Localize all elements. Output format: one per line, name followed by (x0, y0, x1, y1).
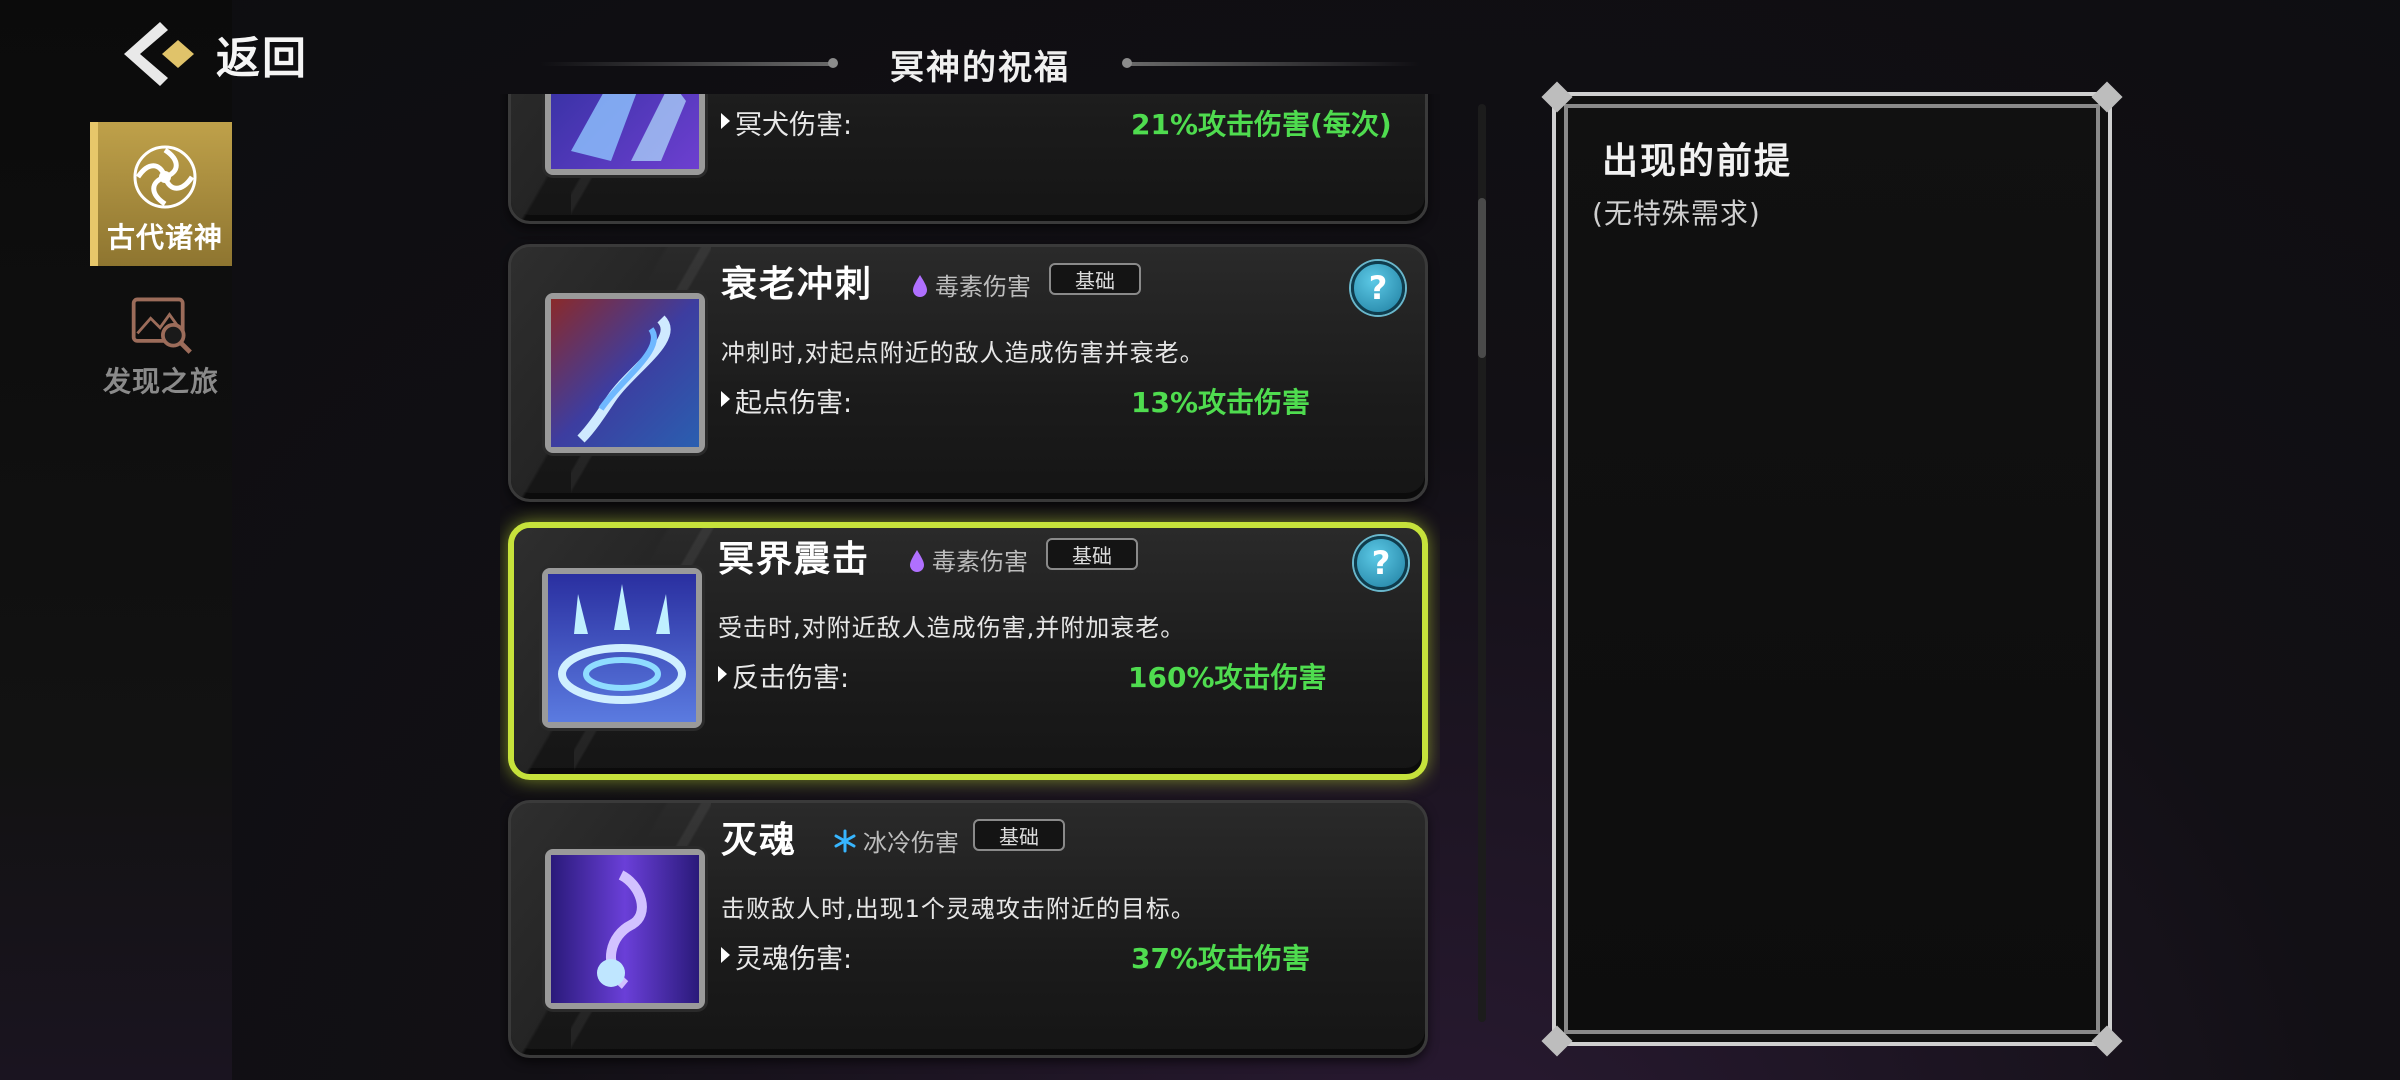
stat-label: 起点伤害: (720, 381, 852, 420)
skill-name: 灭魂 (721, 820, 798, 861)
tag-basic: 基础 (1046, 538, 1138, 570)
hound-claw-icon (551, 94, 699, 169)
back-button[interactable]: 返回 (120, 18, 340, 90)
stat-row: 灵魂伤害: 37%攻击伤害 (720, 937, 1411, 976)
damage-type: 冰冷伤害 (833, 823, 959, 858)
skill-card-soul-destroy[interactable]: 灭魂 冰冷伤害 基础 击败敌人时,出现1个灵魂攻击附近的目标。 灵魂伤害: 37… (508, 800, 1428, 1058)
back-label: 返回 (216, 33, 308, 84)
title-divider-right (1122, 58, 1420, 68)
back-arrow-icon (124, 22, 194, 86)
skill-icon-soul-destroy (545, 849, 705, 1009)
skill-description: 击败敌人时,出现1个灵魂攻击附近的目标。 (721, 895, 1196, 923)
skill-icon-decay-dash (545, 293, 705, 453)
help-button[interactable]: ? (1354, 536, 1408, 590)
damage-type-label: 毒素伤害 (932, 548, 1028, 576)
skill-description: 受击时,对附近敌人造成伤害,并附加衰老。 (718, 614, 1186, 642)
poison-drop-icon (910, 549, 924, 572)
stat-row: 冥犬伤害: 21%攻击伤害(每次) (720, 103, 1411, 142)
stat-value: 13%攻击伤害 (1131, 386, 1311, 419)
skill-name: 冥界震击 (718, 539, 871, 580)
tab-label: 发现之旅 (102, 365, 219, 398)
scrollbar-thumb[interactable] (1478, 198, 1486, 358)
skill-icon-underworld-quake (542, 568, 702, 728)
stat-label: 灵魂伤害: (720, 937, 852, 976)
tab-label: 古代诸神 (106, 221, 223, 254)
info-title: 出现的前提 (1602, 141, 1793, 182)
stat-label: 反击伤害: (717, 656, 849, 695)
skill-name: 衰老冲刺 (721, 264, 874, 305)
swirl-emblem-icon (133, 145, 197, 209)
tab-ancient-gods[interactable]: 古代诸神 (90, 122, 232, 266)
title-divider-left (540, 58, 838, 68)
info-panel: 出现的前提 (无特殊需求) (1541, 81, 2123, 1057)
stat-value: 160%攻击伤害 (1128, 661, 1327, 694)
poison-drop-icon (913, 274, 927, 297)
skill-card-hound[interactable]: 冥犬伤害: 21%攻击伤害(每次) (508, 94, 1428, 224)
tag-basic: 基础 (1049, 263, 1141, 295)
stat-label: 冥犬伤害: (720, 103, 852, 142)
damage-type-label: 毒素伤害 (935, 273, 1031, 301)
help-button[interactable]: ? (1351, 261, 1405, 315)
page-header: 冥神的祝福 (540, 36, 1420, 92)
shockwave-icon (548, 574, 696, 722)
stat-value: 21%攻击伤害(每次) (1131, 108, 1392, 141)
tag-basic: 基础 (973, 819, 1065, 851)
stat-value: 37%攻击伤害 (1131, 942, 1311, 975)
stat-row: 起点伤害: 13%攻击伤害 (720, 381, 1411, 420)
damage-type-label: 冰冷伤害 (863, 829, 959, 857)
info-subtitle: (无特殊需求) (1592, 197, 1761, 230)
skill-list[interactable]: 冥犬伤害: 21%攻击伤害(每次) 衰老冲刺 毒素伤害 基础 ? 冲刺时,对起点… (500, 94, 1440, 1080)
skill-icon-hound (545, 94, 705, 175)
damage-type: 毒素伤害 (908, 542, 1028, 577)
skill-card-underworld-quake[interactable]: 冥界震击 毒素伤害 基础 ? 受击时,对附近敌人造成伤害,并附加衰老。 反击伤害… (508, 522, 1428, 780)
page-title: 冥神的祝福 (890, 47, 1070, 88)
skill-description: 冲刺时,对起点附近的敌人造成伤害并衰老。 (721, 339, 1205, 367)
scrollbar[interactable] (1478, 104, 1486, 1022)
skill-card-decay-dash[interactable]: 衰老冲刺 毒素伤害 基础 ? 冲刺时,对起点附近的敌人造成伤害并衰老。 起点伤害… (508, 244, 1428, 502)
soul-spirit-icon (551, 855, 699, 1003)
stat-row: 反击伤害: 160%攻击伤害 (717, 656, 1408, 695)
snowflake-icon (834, 829, 856, 852)
dash-slash-icon (551, 299, 699, 447)
tab-journey-of-discovery[interactable]: 发现之旅 (90, 290, 232, 410)
map-search-icon (131, 297, 192, 354)
damage-type: 毒素伤害 (911, 267, 1031, 302)
